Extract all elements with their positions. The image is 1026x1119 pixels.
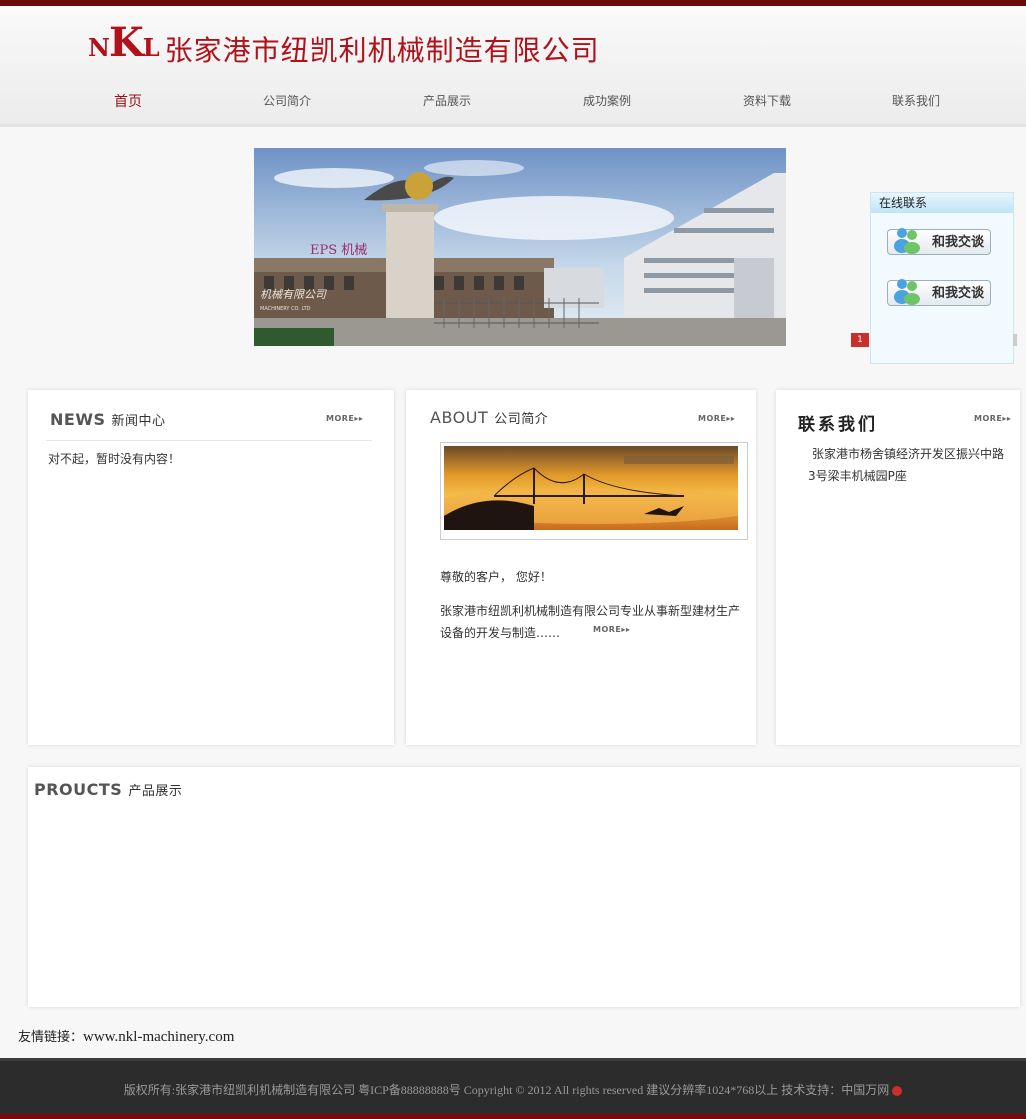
about-more-link[interactable]: MORE▸▸	[698, 414, 735, 423]
friend-links: 友情链接：www.nkl-machinery.com	[18, 1026, 234, 1046]
news-panel: NEWS 新闻中心 MORE▸▸ 对不起，暂时没有内容！	[28, 390, 394, 745]
people-icon	[894, 228, 920, 254]
slide-index-badge[interactable]: 1	[851, 333, 869, 347]
about-panel: ABOUT 公司简介 MORE▸▸ 尊敬的客户， 您好！ 张家港市纽凯利机械制造…	[406, 390, 764, 745]
nav-item-contact[interactable]: 联系我们	[892, 92, 940, 109]
about-title: ABOUT 公司简介	[430, 408, 549, 427]
news-more-link[interactable]: MORE▸▸	[326, 414, 363, 423]
nav-item-home[interactable]: 首页	[114, 91, 142, 111]
site-logo[interactable]: NKL 张家港市纽凯利机械制造有限公司	[88, 23, 600, 68]
friend-link-url[interactable]: www.nkl-machinery.com	[83, 1029, 234, 1045]
bridge-photo	[424, 446, 764, 530]
about-image	[424, 442, 764, 540]
factory-photo: EPS 机械 机械有限公司 MACHINERY CO. LTD	[254, 148, 786, 346]
nav-item-downloads[interactable]: 资料下载	[743, 92, 791, 109]
nav-item-products[interactable]: 产品展示	[423, 92, 471, 109]
nav-item-cases[interactable]: 成功案例	[583, 92, 631, 109]
contact-title: 联系我们	[798, 415, 878, 435]
about-inline-more-link[interactable]: MORE▸▸	[593, 625, 630, 634]
scroll-handle[interactable]	[1013, 334, 1017, 346]
banner-wall-text: 机械有限公司	[260, 288, 327, 301]
products-title: PROUCTS 产品展示	[34, 780, 183, 799]
about-intro: 张家港市纽凯利机械制造有限公司专业从事新型建材生产设备的开发与制造……	[440, 604, 741, 640]
footer-copyright: 版权所有:张家港市纽凯利机械制造有限公司 粤ICP备88888888号 Copy…	[0, 1081, 1026, 1098]
products-panel: PROUCTS 产品展示	[28, 767, 1020, 1007]
contact-panel: 联系我们 MORE▸▸ 张家港市杨舍镇经济开发区振兴中路3号梁丰机械园P座	[776, 390, 1020, 745]
people-icon	[894, 279, 920, 305]
chat-button-1[interactable]: 和我交谈	[887, 228, 991, 255]
contact-more-link[interactable]: MORE▸▸	[974, 414, 1011, 423]
online-chat-title: 在线联系	[871, 193, 1013, 213]
hero-banner[interactable]: EPS 机械 机械有限公司 MACHINERY CO. LTD	[254, 148, 786, 346]
friend-links-label: 友情链接：	[18, 1030, 84, 1045]
chat-button-2[interactable]: 和我交谈	[887, 279, 991, 306]
logo-mark: NKL	[88, 19, 160, 66]
nav-item-about[interactable]: 公司简介	[263, 92, 311, 109]
divider	[46, 440, 372, 441]
chat-button-2-label: 和我交谈	[931, 286, 984, 301]
footer-accent-bar	[0, 1114, 1026, 1119]
news-title: NEWS 新闻中心	[50, 410, 166, 429]
main-nav: 首页 公司简介 产品展示 成功案例 资料下载 联系我们	[0, 78, 1026, 122]
wanwang-logo-icon[interactable]	[892, 1086, 903, 1097]
chat-button-1-label: 和我交谈	[931, 235, 984, 250]
contact-address: 张家港市杨舍镇经济开发区振兴中路3号梁丰机械园P座	[808, 447, 1005, 483]
news-empty-text: 对不起，暂时没有内容！	[48, 452, 181, 466]
about-greeting: 尊敬的客户， 您好！	[440, 570, 552, 584]
online-chat-panel: 在线联系 和我交谈 和我交谈	[870, 192, 1014, 364]
banner-wall-subtext: MACHINERY CO. LTD	[260, 306, 311, 312]
site-footer: 版权所有:张家港市纽凯利机械制造有限公司 粤ICP备88888888号 Copy…	[0, 1058, 1026, 1119]
banner-sign-text: EPS 机械	[310, 243, 367, 258]
company-name: 张家港市纽凯利机械制造有限公司	[164, 34, 600, 67]
site-header: NKL 张家港市纽凯利机械制造有限公司 首页 公司简介 产品展示 成功案例 资料…	[0, 6, 1026, 127]
